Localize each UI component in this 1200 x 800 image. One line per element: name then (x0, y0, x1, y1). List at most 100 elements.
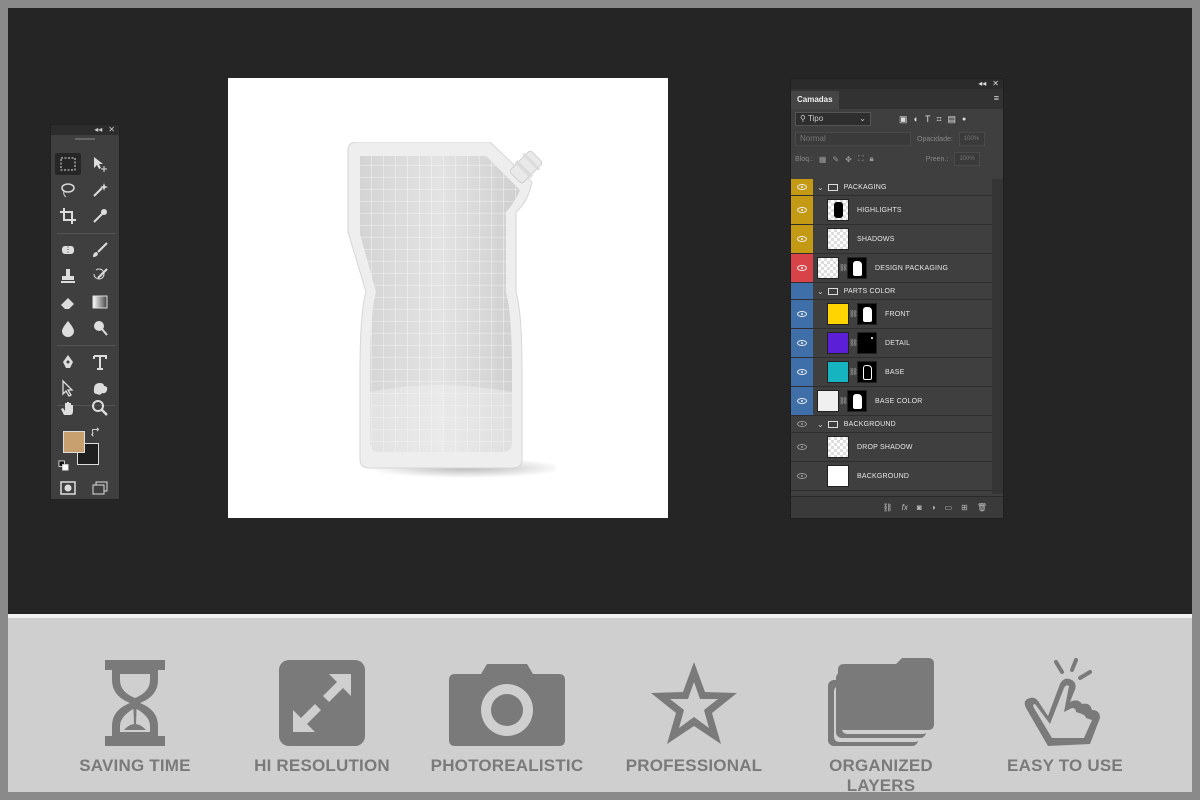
default-colors-icon[interactable] (57, 459, 69, 471)
lock-position-icon[interactable]: ✥ (845, 155, 852, 164)
eyedropper-tool[interactable] (87, 205, 113, 227)
layer-row[interactable]: ⛓ BASE (791, 358, 992, 387)
layer-name: DETAIL (885, 339, 911, 347)
healing-tool[interactable] (55, 239, 81, 261)
layer-style-icon[interactable]: fx (902, 503, 908, 512)
chevron-down-icon[interactable]: ⌄ (817, 287, 824, 296)
visibility-toggle[interactable] (791, 225, 813, 253)
magic-wand-tool[interactable] (87, 179, 113, 201)
blend-mode-select[interactable]: Normal (795, 132, 911, 146)
lock-image-icon[interactable]: ✎ (832, 155, 839, 164)
collapse-icon[interactable]: ◂◂ (978, 79, 986, 89)
dodge-tool[interactable] (87, 317, 113, 339)
custom-shape-icon (93, 383, 108, 395)
pen-tool[interactable] (55, 351, 81, 373)
layer-mask-thumbnail[interactable] (857, 303, 877, 325)
chevron-down-icon[interactable]: ⌄ (817, 183, 824, 192)
grip-handle[interactable] (51, 135, 119, 143)
layer-mask-thumbnail[interactable] (847, 390, 867, 412)
opacity-input[interactable]: 100% (958, 132, 985, 146)
layer-group-row[interactable]: ⌄ PACKAGING (791, 179, 992, 196)
hand-tool[interactable] (55, 397, 81, 419)
move-tool[interactable] (87, 153, 113, 175)
feature-label: EASY TO USE (1007, 756, 1123, 775)
link-icon[interactable]: ⛓ (839, 264, 848, 272)
filter-toggle-icon[interactable]: ● (962, 116, 966, 123)
lock-artboard-icon[interactable]: ⛶ (858, 154, 864, 164)
lock-all-icon[interactable]: 🔒︎ (869, 154, 873, 164)
link-icon[interactable]: ⛓ (849, 310, 858, 318)
collapse-icon[interactable]: ◂◂ (94, 125, 102, 135)
add-mask-icon[interactable]: ◙ (917, 503, 922, 512)
feature-label: PROFESSIONAL (625, 756, 763, 775)
layer-mask-thumbnail[interactable] (857, 332, 877, 354)
swap-colors-icon[interactable] (89, 425, 103, 439)
filter-smart-object-icon[interactable]: ▤ (948, 114, 957, 125)
layers-scrollbar[interactable] (992, 179, 1003, 494)
crop-tool[interactable] (55, 205, 81, 227)
tab-layers[interactable]: Camadas (791, 91, 839, 109)
history-brush-tool[interactable] (87, 265, 113, 287)
visibility-toggle[interactable] (791, 358, 813, 386)
foreground-color-swatch[interactable] (63, 431, 85, 453)
visibility-toggle[interactable] (791, 387, 813, 415)
fill-label: Preen.: (925, 155, 949, 163)
path-selection-tool[interactable] (55, 377, 81, 399)
lock-transparent-icon[interactable]: ▦ (819, 155, 827, 164)
chevron-down-icon[interactable]: ⌄ (817, 420, 824, 429)
visibility-toggle[interactable] (791, 462, 813, 490)
brush-tool[interactable] (87, 239, 113, 261)
link-icon[interactable]: ⛓ (849, 368, 858, 376)
new-adjustment-icon[interactable]: ◑ (931, 503, 936, 512)
clone-stamp-tool[interactable] (55, 265, 81, 287)
visibility-toggle[interactable] (791, 300, 813, 328)
eraser-tool[interactable] (55, 291, 81, 313)
layer-row[interactable]: ⛓ DESIGN PACKAGING (791, 254, 992, 283)
visibility-toggle[interactable] (791, 254, 813, 282)
new-layer-icon[interactable]: ⊞ (961, 503, 968, 512)
layer-row[interactable]: DROP SHADOW (791, 433, 992, 462)
quick-mask-button[interactable] (55, 477, 81, 499)
delete-layer-icon[interactable]: 🗑︎ (977, 503, 987, 512)
layer-row[interactable]: HIGHLIGHTS (791, 196, 992, 225)
close-icon[interactable]: ✕ (108, 125, 115, 135)
layer-row[interactable]: ⛓ FRONT (791, 300, 992, 329)
screen-mode-button[interactable] (87, 477, 113, 499)
link-icon[interactable]: ⛓ (849, 339, 858, 347)
type-tool[interactable] (87, 351, 113, 373)
photoshop-workspace: ◂◂ ✕ ◂◂ ✕ Camadas ≡ ⚲ Tipo ⌄ ▣ ◐ T ⌗ ▤ ●… (8, 8, 1192, 614)
layer-group-row[interactable]: ⌄ PARTS COLOR (791, 283, 992, 300)
visibility-toggle[interactable] (791, 433, 813, 461)
layer-row[interactable]: SHADOWS (791, 225, 992, 254)
gradient-tool[interactable] (87, 291, 113, 313)
visibility-toggle[interactable] (791, 179, 813, 195)
layer-row[interactable]: ⛓ DETAIL (791, 329, 992, 358)
filter-type-icon[interactable]: T (925, 114, 931, 124)
marquee-tool[interactable] (55, 153, 81, 175)
layer-mask-thumbnail[interactable] (847, 257, 867, 279)
visibility-toggle[interactable] (791, 283, 813, 299)
close-icon[interactable]: ✕ (992, 79, 999, 89)
visibility-toggle[interactable] (791, 416, 813, 432)
visibility-toggle[interactable] (791, 329, 813, 357)
visibility-toggle[interactable] (791, 196, 813, 224)
shape-tool[interactable] (87, 377, 113, 399)
layer-mask-thumbnail[interactable] (857, 361, 877, 383)
new-group-icon[interactable]: ▭ (945, 503, 953, 512)
blur-tool[interactable] (55, 317, 81, 339)
panel-menu-icon[interactable]: ≡ (994, 93, 999, 103)
layer-row[interactable]: ⛓ BASE COLOR (791, 387, 992, 416)
link-layers-icon[interactable]: ⛓ (883, 503, 893, 512)
layer-group-row[interactable]: ⌄ BACKGROUND (791, 416, 992, 433)
filter-pixel-icon[interactable]: ▣ (899, 114, 908, 125)
fill-input[interactable]: 100% (954, 152, 981, 166)
filter-adjustment-icon[interactable]: ◐ (914, 114, 919, 124)
zoom-tool[interactable] (87, 397, 113, 419)
filter-shape-icon[interactable]: ⌗ (936, 114, 941, 125)
document-canvas[interactable] (228, 78, 668, 518)
link-icon[interactable]: ⛓ (839, 397, 848, 405)
filter-kind-select[interactable]: ⚲ Tipo ⌄ (795, 112, 871, 126)
lasso-icon (61, 183, 75, 198)
layer-row[interactable]: BACKGROUND (791, 462, 992, 491)
lasso-tool[interactable] (55, 179, 81, 201)
